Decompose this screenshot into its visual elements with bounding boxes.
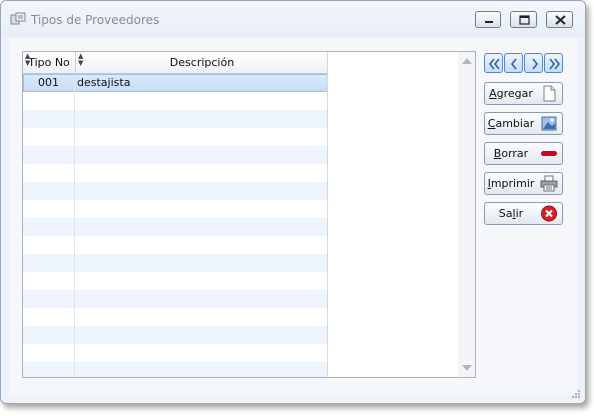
- app-icon: [10, 12, 26, 25]
- borrar-button[interactable]: Borrar: [484, 142, 563, 165]
- client-area: ▲ ▼ Tipo No ▲ ▼ Descripción 001 destajista: [9, 38, 577, 395]
- agregar-label: Agregar: [485, 83, 537, 104]
- empty-row[interactable]: [23, 218, 328, 236]
- cambiar-label: Cambiar: [485, 113, 537, 134]
- picture-edit-icon: [541, 116, 557, 131]
- minimize-button[interactable]: [475, 11, 501, 28]
- minimize-icon: [485, 21, 493, 23]
- sort-indicator-icon: ▲ ▼: [78, 52, 84, 67]
- empty-row[interactable]: [23, 254, 328, 272]
- empty-row[interactable]: [23, 326, 328, 344]
- empty-row[interactable]: [23, 146, 328, 164]
- red-minus-icon: [541, 151, 557, 156]
- borrar-label-rest: orrar: [501, 147, 529, 160]
- tipos-de-proveedores-window: Tipos de Proveedores ▲ ▼ Tipo No ▲ ▼ Des…: [0, 0, 586, 404]
- maximize-icon: [519, 15, 530, 25]
- empty-row[interactable]: [23, 308, 328, 326]
- empty-row[interactable]: [23, 182, 328, 200]
- cell-descripcion: destajista: [77, 76, 131, 89]
- salir-button[interactable]: Salir: [484, 202, 563, 225]
- window-title: Tipos de Proveedores: [31, 13, 160, 27]
- new-document-icon: [543, 85, 556, 102]
- empty-row[interactable]: [23, 128, 328, 146]
- salir-label: Salir: [485, 203, 537, 224]
- empty-row[interactable]: [23, 362, 328, 377]
- empty-row[interactable]: [23, 272, 328, 290]
- close-icon: [555, 15, 566, 25]
- imprimir-label-rest: mprimir: [490, 177, 535, 190]
- cambiar-button[interactable]: Cambiar: [484, 112, 563, 135]
- last-record-icon: [549, 58, 561, 70]
- close-button[interactable]: [546, 11, 573, 28]
- empty-row[interactable]: [23, 164, 328, 182]
- next-record-icon: [532, 58, 539, 70]
- empty-row[interactable]: [23, 110, 328, 128]
- empty-row[interactable]: [23, 344, 328, 362]
- scroll-up-icon[interactable]: [462, 58, 472, 64]
- vertical-scrollbar[interactable]: [458, 52, 475, 377]
- maximize-button[interactable]: [510, 11, 537, 28]
- previous-record-button[interactable]: [504, 53, 523, 73]
- empty-row[interactable]: [23, 236, 328, 254]
- proveedores-grid[interactable]: ▲ ▼ Tipo No ▲ ▼ Descripción 001 destajista: [22, 51, 476, 378]
- first-record-button[interactable]: [484, 53, 503, 73]
- first-record-icon: [488, 58, 500, 70]
- imprimir-button[interactable]: Imprimir: [484, 172, 563, 195]
- previous-record-icon: [510, 58, 517, 70]
- scroll-down-icon[interactable]: [462, 365, 472, 371]
- agregar-label-rest: gregar: [496, 87, 533, 100]
- printer-icon: [540, 175, 558, 192]
- grid-right-border: [327, 52, 328, 377]
- empty-row[interactable]: [23, 92, 328, 110]
- column-header-tipo-no-label: Tipo No: [28, 56, 70, 69]
- agregar-mnemonic: A: [489, 87, 497, 100]
- imprimir-label: Imprimir: [485, 173, 537, 194]
- borrar-label: Borrar: [485, 143, 537, 164]
- column-header-tipo-no[interactable]: ▲ ▼ Tipo No: [23, 52, 76, 73]
- empty-row[interactable]: [23, 290, 328, 308]
- grid-header: ▲ ▼ Tipo No ▲ ▼ Descripción: [23, 52, 328, 74]
- next-record-button[interactable]: [524, 53, 543, 73]
- empty-row[interactable]: [23, 200, 328, 218]
- table-row[interactable]: 001 destajista: [23, 74, 328, 92]
- title-bar[interactable]: Tipos de Proveedores: [1, 1, 585, 37]
- cell-tipo-no: 001: [23, 74, 75, 92]
- salir-label-rest: ir: [515, 207, 524, 220]
- cambiar-label-rest: ambiar: [495, 117, 535, 130]
- resize-grip-icon[interactable]: [571, 389, 581, 399]
- column-header-descripcion-label: Descripción: [169, 56, 235, 69]
- salir-label-prefix: Sa: [498, 207, 513, 220]
- last-record-button[interactable]: [544, 53, 563, 73]
- column-header-descripcion[interactable]: ▲ ▼ Descripción: [76, 52, 328, 73]
- grid-rows: 001 destajista: [23, 74, 328, 377]
- red-x-icon: [541, 205, 557, 222]
- sort-indicator-icon: ▲ ▼: [25, 52, 31, 67]
- agregar-button[interactable]: Agregar: [484, 82, 563, 105]
